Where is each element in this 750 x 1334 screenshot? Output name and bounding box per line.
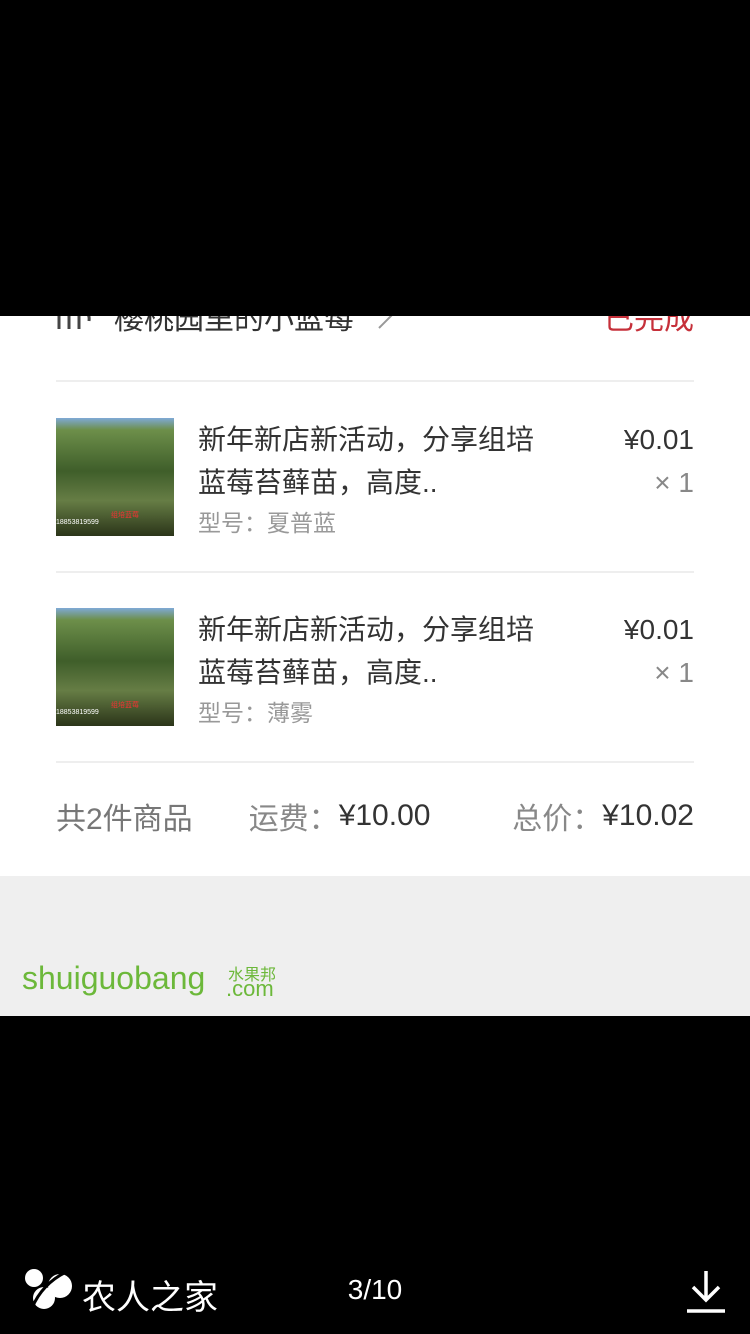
chevron-right-icon xyxy=(378,316,393,329)
item-count: 共2件商品 xyxy=(56,803,193,836)
order-item: 18853819599 组培蓝莓 新年新店新活动，分享组培 蓝莓苔藓苗，高度..… xyxy=(56,418,694,538)
product-quantity: × 1 xyxy=(654,467,694,498)
product-thumbnail: 18853819599 组培蓝莓 xyxy=(56,418,174,536)
viewer-bottom-bar: 农人之家 3/10 xyxy=(0,1250,750,1334)
watermark-text: shuiguobang xyxy=(22,960,206,996)
order-status: 已完成 xyxy=(604,316,694,336)
divider xyxy=(56,380,694,382)
page-indicator: 3/10 xyxy=(347,1274,403,1305)
order-item: 18853819599 组培蓝莓 新年新店新活动，分享组培 蓝莓苔藓苗，高度..… xyxy=(56,608,694,728)
shop-row: 樱桃园里的小蓝莓 已完成 xyxy=(56,316,694,336)
screenshot-image: 樱桃园里的小蓝莓 已完成 18853819599 组培蓝莓 新年新店新活动，分享… xyxy=(0,316,750,1016)
divider xyxy=(56,571,694,573)
product-spec: 型号：薄雾 xyxy=(198,700,313,726)
product-thumbnail: 18853819599 组培蓝莓 xyxy=(56,608,174,726)
product-quantity: × 1 xyxy=(654,657,694,688)
shipping-fee: 运费： ¥10.00 xyxy=(248,799,431,836)
product-title: 新年新店新活动，分享组培 蓝莓苔藓苗，高度.. xyxy=(198,614,535,688)
product-spec: 型号：夏普蓝 xyxy=(198,510,336,536)
product-price: ¥0.01 xyxy=(623,424,694,455)
watermark-com: .com xyxy=(226,976,274,1001)
shop-icon xyxy=(57,316,91,329)
product-price: ¥0.01 xyxy=(623,614,694,645)
divider xyxy=(56,761,694,763)
shop-name: 樱桃园里的小蓝莓 xyxy=(114,316,354,336)
download-icon[interactable] xyxy=(684,1268,728,1314)
total-price: 总价： ¥10.02 xyxy=(512,799,694,836)
product-title: 新年新店新活动，分享组培 蓝莓苔藓苗，高度.. xyxy=(198,424,535,498)
order-summary: 共2件商品 运费： ¥10.00 总价： ¥10.02 xyxy=(56,794,694,838)
